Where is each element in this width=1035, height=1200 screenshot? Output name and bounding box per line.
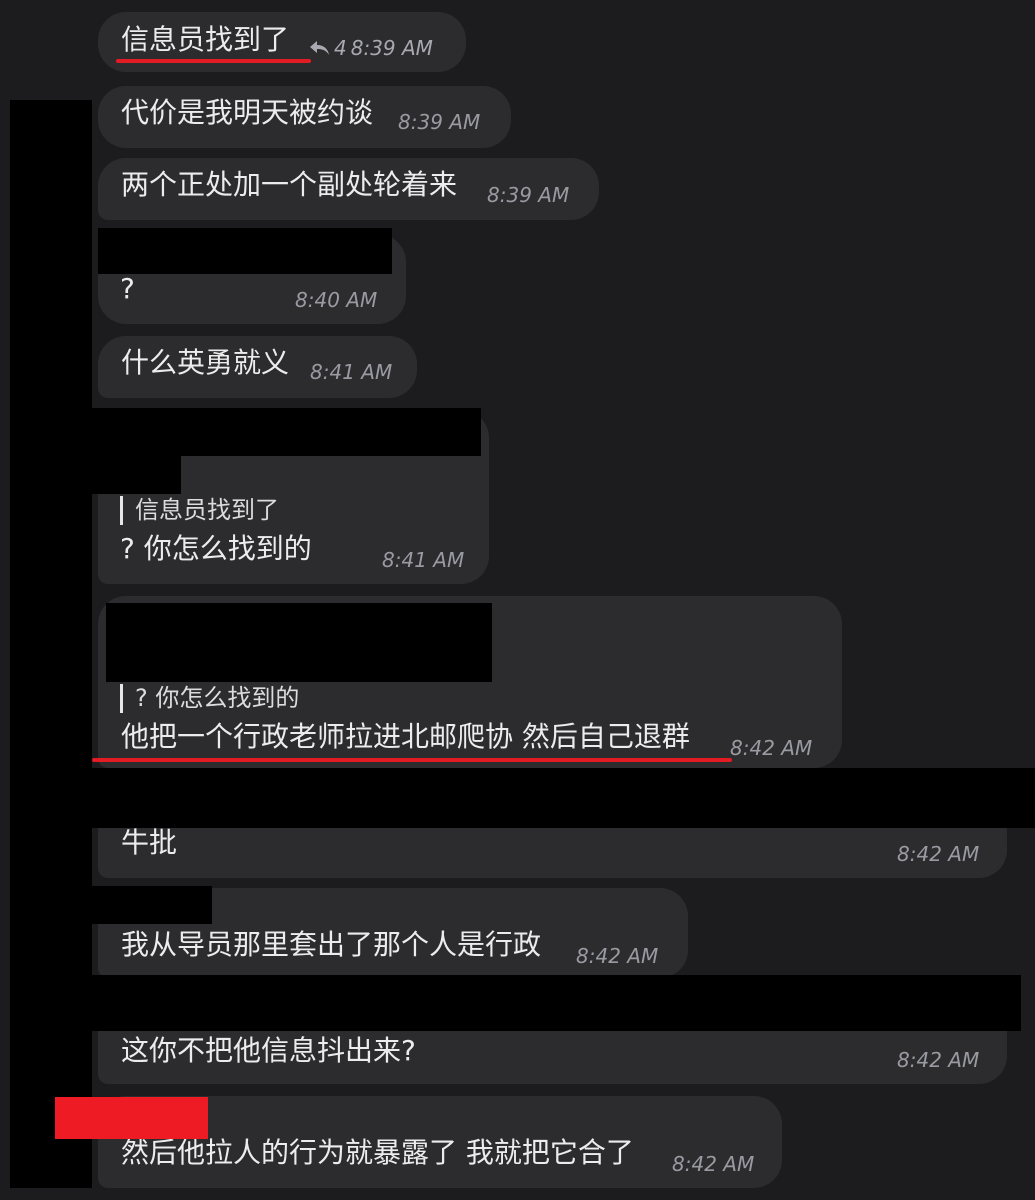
message-text: 他把一个行政老师拉进北邮爬协 然后自己退群 <box>121 720 690 753</box>
message-text: 这你不把他信息抖出来? <box>121 1034 416 1067</box>
message-text: 什么英勇就义 <box>121 346 290 379</box>
redaction-block <box>98 228 392 274</box>
message-text: 信息员找到了 <box>121 23 290 56</box>
message-time: 8:42 AM <box>730 736 813 760</box>
message-time: 8:39 AM <box>350 36 433 60</box>
message-time: 8:41 AM <box>310 360 393 384</box>
message-time: 8:42 AM <box>576 944 659 968</box>
redaction-block <box>92 768 1035 828</box>
message-time: 8:42 AM <box>897 842 980 866</box>
redaction-block <box>92 456 181 494</box>
message-time: 8:41 AM <box>382 548 465 572</box>
message-text: 两个正处加一个副处轮着来 <box>121 168 458 201</box>
message-text: ? 你怎么找到的 <box>120 532 312 565</box>
message-text: 我从导员那里套出了那个人是行政 <box>121 928 542 961</box>
annotation-underline <box>92 758 732 762</box>
redaction-block <box>92 886 212 924</box>
message-time: 8:42 AM <box>672 1152 755 1176</box>
message-bubble[interactable]: 什么英勇就义 8:41 AM <box>98 336 417 398</box>
message-text: 代价是我明天被约谈 <box>121 96 374 129</box>
redaction-block <box>10 100 92 1188</box>
reply-arrow-icon <box>310 41 329 55</box>
quoted-message[interactable]: ? 你怎么找到的 <box>120 684 299 713</box>
message-bubble[interactable]: 代价是我明天被约谈 8:39 AM <box>98 86 511 148</box>
message-text: ? <box>120 272 135 305</box>
message-time: 8:39 AM <box>398 110 481 134</box>
message-text: 牛批 <box>121 826 178 859</box>
annotation-underline <box>116 59 311 63</box>
redaction-block-red <box>55 1097 208 1139</box>
redaction-block <box>92 975 1021 1031</box>
reply-count: 4 <box>334 36 347 60</box>
message-text: 然后他拉人的行为就暴露了 我就把它合了 <box>121 1136 634 1169</box>
quoted-message[interactable]: 信息员找到了 <box>120 496 279 525</box>
redaction-block <box>92 408 481 456</box>
message-time: 8:40 AM <box>295 288 378 312</box>
reply-count-indicator[interactable]: 4 8:39 AM <box>308 36 433 60</box>
message-bubble[interactable]: 两个正处加一个副处轮着来 8:39 AM <box>98 158 599 220</box>
message-bubble[interactable]: 信息员找到了 4 8:39 AM <box>98 12 466 72</box>
message-time: 8:42 AM <box>897 1048 980 1072</box>
redaction-block <box>106 603 492 682</box>
message-time: 8:39 AM <box>487 183 570 207</box>
